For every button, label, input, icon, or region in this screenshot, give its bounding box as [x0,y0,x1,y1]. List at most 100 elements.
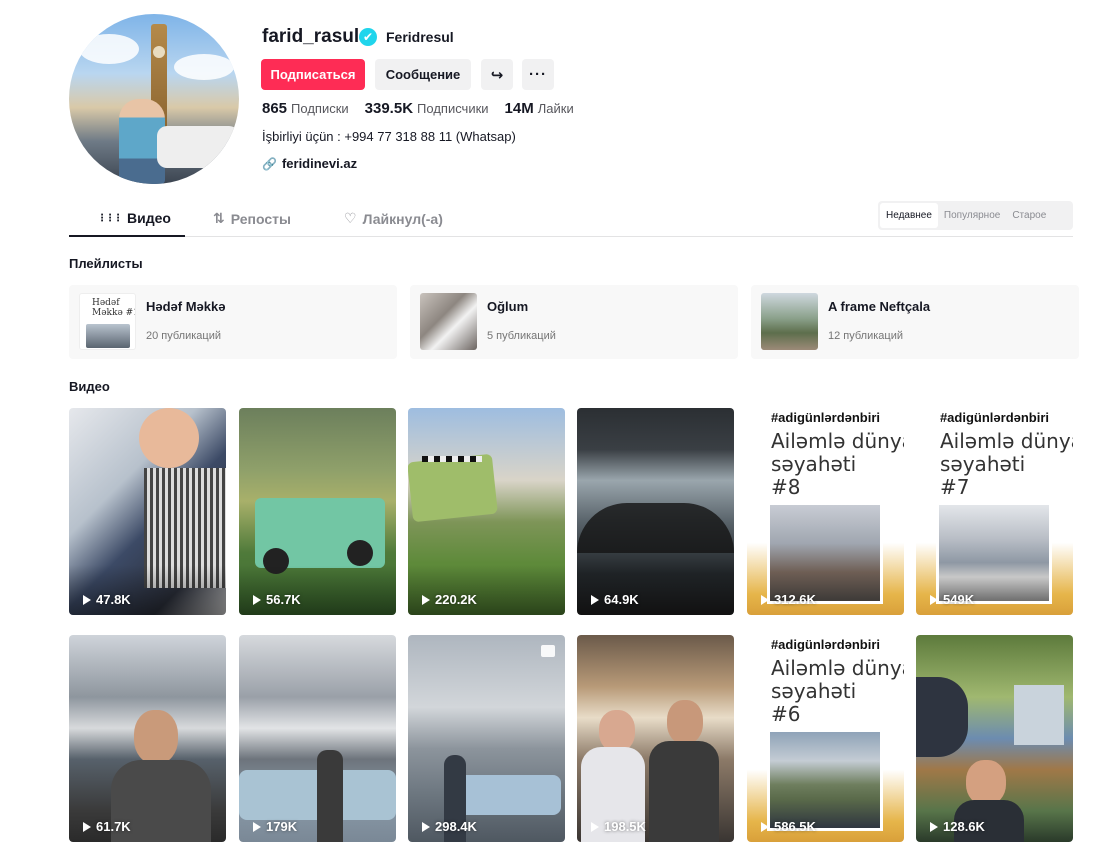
play-icon [761,594,769,605]
view-count: 128.6K [930,819,985,834]
tab-reposts[interactable]: ⇅ Репосты [213,210,291,227]
view-count: 312.6K [761,592,816,607]
sort-popular[interactable]: Популярное [938,203,1006,228]
sort-control: Недавнее Популярное Старое [878,201,1073,230]
stat-value: 865 [262,100,288,117]
profile-bio: İşbirliyi üçün : +994 77 318 88 11 (What… [262,129,516,144]
video-thumbnail[interactable]: 128.6K [916,635,1073,842]
view-count-text: 179K [266,819,298,834]
view-count-text: 56.7K [266,592,301,607]
view-count: 549K [930,592,974,607]
following-stat[interactable]: 865 Подписки [262,100,349,117]
profile-avatar[interactable] [69,14,239,184]
play-icon [422,821,430,832]
video-thumbnail[interactable]: 47.8K [69,408,226,615]
video-thumbnail[interactable]: 56.7K [239,408,396,615]
video-caption: Ailəmlə dünya səyahəti #6 [771,656,904,726]
stat-value: 14M [504,100,534,117]
playlist-title: A frame Neftçala [828,299,931,314]
view-count-text: 61.7K [96,819,131,834]
video-caption: Ailəmlə dünya səyahəti #7 [940,429,1073,499]
grid-icon: ⋮⋮⋮ [97,212,123,224]
play-icon [930,821,938,832]
view-count-text: 198.5K [604,819,646,834]
video-thumbnail[interactable]: 179K [239,635,396,842]
stat-value: 339.5K [364,100,414,117]
view-count-text: 298.4K [435,819,477,834]
view-count: 586.5K [761,819,816,834]
verified-icon: ✔ [359,28,377,46]
play-icon [253,594,261,605]
more-icon: ··· [529,66,547,83]
profile-link[interactable]: 🔗 feridinevi.az [262,156,357,171]
video-hashtag: #adigünlərdənbiri [747,408,904,425]
playlist-card[interactable]: A frame Neftçala 12 публикаций [751,285,1079,359]
play-icon [422,594,430,605]
view-count-text: 586.5K [774,819,816,834]
video-thumbnail[interactable]: #adigünlərdənbiri Ailəmlə dünya səyahəti… [747,635,904,842]
profile-link-text[interactable]: feridinevi.az [282,156,357,171]
playlist-card[interactable]: Hədəf Məkkə #1 Hədəf Məkkə 20 публикаций [69,285,397,359]
play-icon [930,594,938,605]
view-count-text: 128.6K [943,819,985,834]
stat-label: Подписки [291,101,349,116]
tab-label: Лайкнул(-а) [362,210,443,227]
profile-stats: 865 Подписки 339.5K Подписчики 14M Лайки [262,100,574,117]
message-button[interactable]: Сообщение [375,59,471,90]
tab-label: Видео [127,210,171,226]
video-thumbnail[interactable]: 298.4K [408,635,565,842]
view-count: 198.5K [591,819,646,834]
stat-label: Лайки [537,101,574,116]
share-icon: ↪ [490,66,504,84]
video-thumbnail[interactable]: #adigünlərdənbiri Ailəmlə dünya səyahəti… [747,408,904,615]
playlist-count: 20 публикаций [146,330,222,342]
video-inner-photo [767,502,883,604]
video-thumbnail[interactable]: #adigünlərdənbiri Ailəmlə dünya səyahəti… [916,408,1073,615]
video-thumbnail[interactable]: 64.9K [577,408,734,615]
nickname: Feridresul [386,29,454,45]
playlist-title: Hədəf Məkkə [146,299,226,314]
video-inner-photo [936,502,1052,604]
sort-latest[interactable]: Недавнее [880,203,938,228]
more-button[interactable]: ··· [522,59,554,90]
view-count: 56.7K [253,592,301,607]
video-thumbnail[interactable]: 198.5K [577,635,734,842]
play-icon [591,821,599,832]
play-icon [83,594,91,605]
share-button[interactable]: ↪ [481,59,513,90]
heart-icon: ♡ [344,210,357,226]
tab-liked[interactable]: ♡ Лайкнул(-а) [344,210,443,227]
video-hashtag: #adigünlərdənbiri [747,635,904,652]
tab-label: Репосты [230,210,291,227]
followers-stat[interactable]: 339.5K Подписчики [365,100,489,117]
playlists-heading: Плейлисты [69,256,143,271]
video-inner-photo [767,729,883,831]
playlist-count: 12 публикаций [828,330,904,342]
boat [157,126,239,168]
view-count-text: 312.6K [774,592,816,607]
username: farid_rasul [262,26,360,47]
follow-button[interactable]: Подписаться [261,59,365,90]
view-count-text: 47.8K [96,592,131,607]
photo-icon [541,645,555,657]
videos-heading: Видео [69,379,110,394]
sort-oldest[interactable]: Старое [1006,203,1052,228]
view-count-text: 64.9K [604,592,639,607]
view-count-text: 549K [943,592,975,607]
video-caption: Ailəmlə dünya səyahəti #8 [771,429,904,499]
video-thumbnail[interactable]: 61.7K [69,635,226,842]
playlist-thumbnail: Hədəf Məkkə #1 [79,293,136,350]
video-hashtag: #adigünlərdənbiri [916,408,1073,425]
tab-videos[interactable]: ⋮⋮⋮ Видео [97,210,171,226]
playlist-count: 5 публикаций [487,330,556,342]
playlist-title: Oğlum [487,299,529,314]
playlist-thumbnail [420,293,477,350]
view-count: 298.4K [422,819,477,834]
link-icon: 🔗 [262,156,277,171]
view-count: 47.8K [83,592,131,607]
playlist-card[interactable]: Oğlum 5 публикаций [410,285,738,359]
video-thumbnail[interactable]: 220.2K [408,408,565,615]
likes-stat: 14M Лайки [505,100,574,117]
play-icon [83,821,91,832]
view-count: 220.2K [422,592,477,607]
